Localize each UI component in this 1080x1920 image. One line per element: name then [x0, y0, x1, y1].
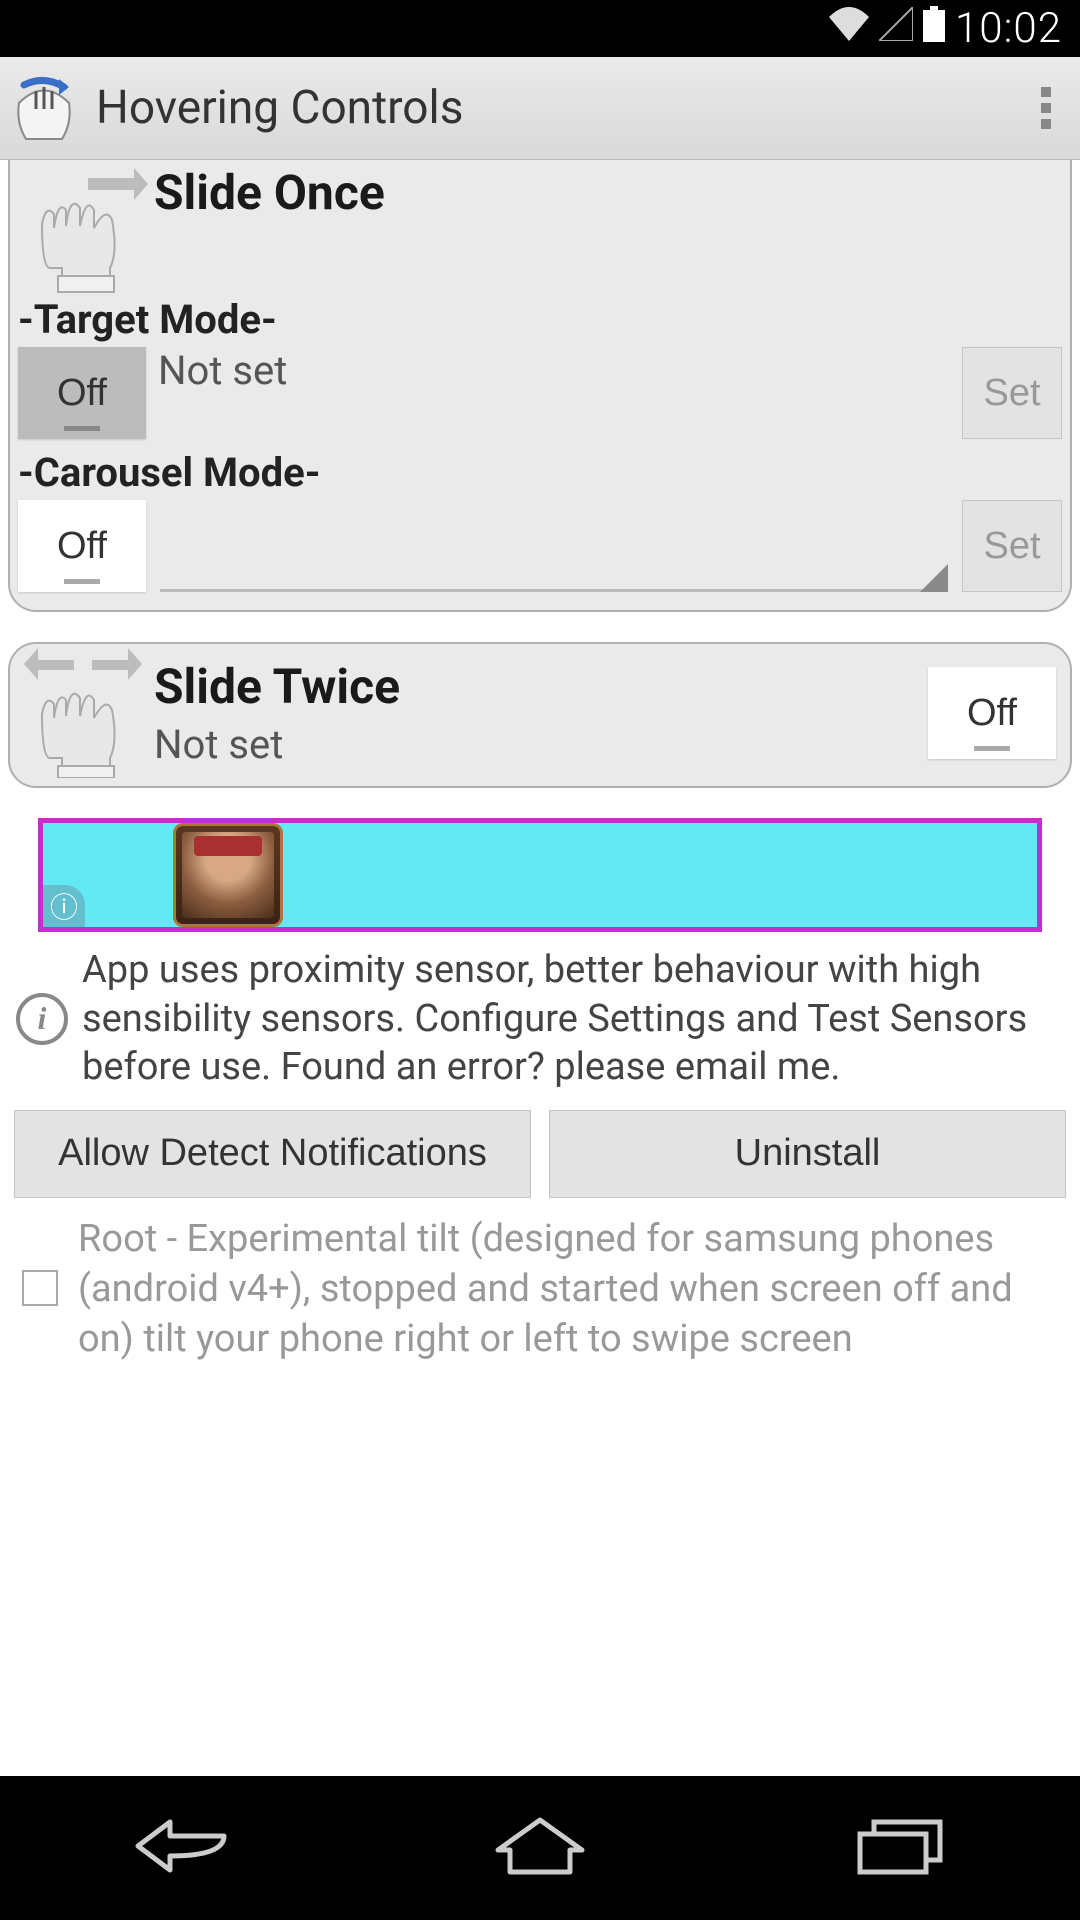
ad-info-icon[interactable]: ⓘ	[43, 885, 85, 927]
slide-once-card: Slide Once -Target Mode- Not set Off Set…	[8, 160, 1072, 612]
carousel-mode-row: Off Set	[18, 500, 1062, 592]
root-tilt-row[interactable]: Root - Experimental tilt (designed for s…	[8, 1214, 1072, 1364]
target-mode-toggle[interactable]: Off	[18, 347, 146, 439]
status-bar: 10:02	[0, 0, 1080, 57]
uninstall-button[interactable]: Uninstall	[549, 1110, 1066, 1198]
carousel-mode-toggle[interactable]: Off	[18, 500, 146, 592]
root-tilt-text: Root - Experimental tilt (designed for s…	[78, 1214, 1062, 1364]
ad-banner[interactable]: ⓘ	[38, 818, 1042, 932]
slide-twice-toggle-label: Off	[967, 692, 1017, 735]
target-mode-label: -Target Mode-	[18, 296, 1062, 343]
content: Slide Once -Target Mode- Not set Off Set…	[0, 160, 1080, 1776]
target-mode-toggle-label: Off	[57, 372, 107, 415]
slide-twice-value: Not set	[154, 721, 928, 768]
wifi-icon	[829, 7, 869, 51]
cell-icon	[879, 7, 913, 51]
slide-twice-card: Slide Twice Not set Off	[8, 642, 1072, 788]
slide-once-header: Slide Once	[18, 164, 1062, 294]
navigation-bar	[0, 1776, 1080, 1920]
ad-character-icon	[173, 823, 283, 927]
allow-notifications-button[interactable]: Allow Detect Notifications	[14, 1110, 531, 1198]
app-icon	[14, 73, 74, 143]
nav-home-button[interactable]	[430, 1794, 650, 1902]
slide-once-gesture-icon	[18, 164, 148, 294]
carousel-mode-label: -Carousel Mode-	[18, 449, 1062, 496]
overflow-menu-icon[interactable]	[1026, 87, 1066, 129]
info-row: i App uses proximity sensor, better beha…	[8, 932, 1072, 1110]
slide-twice-title: Slide Twice	[154, 658, 928, 715]
carousel-mode-set-button[interactable]: Set	[962, 500, 1062, 592]
battery-icon	[923, 6, 945, 52]
status-time: 10:02	[955, 4, 1062, 53]
info-text: App uses proximity sensor, better behavi…	[82, 946, 1064, 1092]
slide-twice-toggle[interactable]: Off	[928, 667, 1056, 759]
dropdown-indicator-icon	[920, 564, 948, 592]
action-bar: Hovering Controls	[0, 57, 1080, 160]
nav-back-button[interactable]	[70, 1794, 290, 1902]
info-icon: i	[16, 993, 68, 1045]
carousel-mode-toggle-label: Off	[57, 525, 107, 568]
target-mode-set-label: Set	[983, 372, 1040, 415]
button-row: Allow Detect Notifications Uninstall	[8, 1110, 1072, 1198]
allow-notifications-label: Allow Detect Notifications	[58, 1132, 487, 1175]
slide-twice-gesture-icon	[18, 648, 148, 778]
carousel-mode-set-label: Set	[983, 525, 1040, 568]
target-mode-set-button[interactable]: Set	[962, 347, 1062, 439]
carousel-mode-spinner[interactable]	[160, 500, 948, 592]
slide-once-title: Slide Once	[154, 164, 385, 221]
page-title: Hovering Controls	[96, 81, 1026, 135]
nav-recent-button[interactable]	[790, 1794, 1010, 1902]
uninstall-label: Uninstall	[735, 1132, 881, 1175]
root-tilt-checkbox[interactable]	[22, 1270, 58, 1306]
target-mode-row: Not set Off Set	[18, 347, 1062, 439]
